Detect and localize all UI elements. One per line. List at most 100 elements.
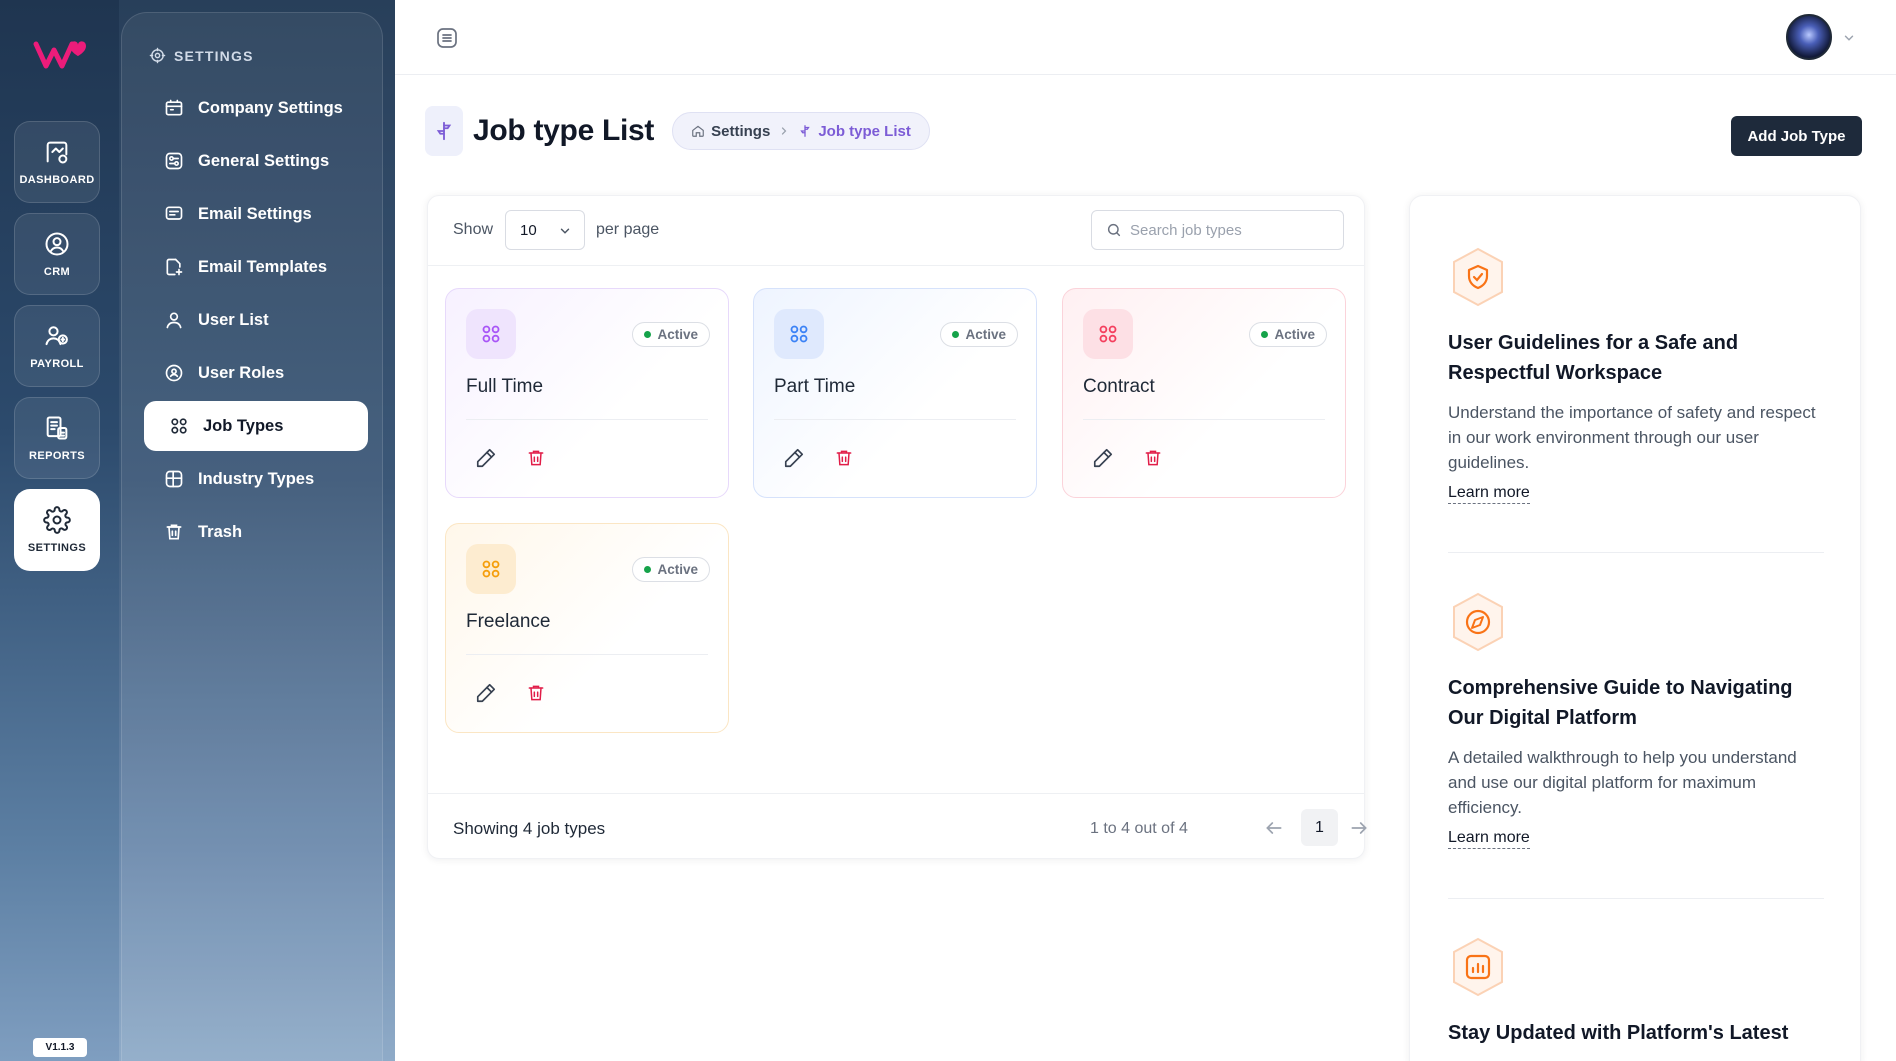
settings-panel-title: SETTINGS [149, 47, 254, 64]
menu-item-email-templates[interactable]: Email Templates [144, 242, 368, 292]
status-text: Active [1274, 327, 1315, 342]
job-type-card-part-time: Active Part Time [753, 288, 1037, 498]
rail-settings[interactable]: SETTINGS [14, 489, 100, 571]
breadcrumb-current: Job type List [798, 123, 911, 140]
rail-dashboard[interactable]: DASHBOARD [14, 121, 100, 203]
rail-crm[interactable]: CRM [14, 213, 100, 295]
job-type-card-contract: Active Contract [1062, 288, 1346, 498]
edit-icon[interactable] [474, 681, 498, 705]
guide-description: A detailed walkthrough to help you under… [1448, 748, 1797, 817]
per-page-select[interactable]: 10 [505, 210, 585, 250]
user-icon [164, 310, 184, 330]
rail-crm-label: CRM [43, 266, 71, 278]
delete-icon[interactable] [832, 446, 856, 470]
crm-icon [43, 230, 71, 258]
delete-icon[interactable] [524, 446, 548, 470]
trash-icon [164, 522, 184, 542]
menu-item-email-settings[interactable]: Email Settings [144, 189, 368, 239]
page-title: Job type List [473, 114, 655, 147]
job-type-card-full-time: Active Full Time [445, 288, 729, 498]
list-footer: Showing 4 job types 1 to 4 out of 4 1 [428, 793, 1367, 860]
industry-icon [164, 469, 184, 489]
card-actions [474, 681, 548, 705]
show-label: Show [453, 221, 494, 238]
menu-item-label: Job Types [203, 416, 284, 435]
template-icon [164, 257, 184, 277]
rail-reports[interactable]: REPORTS [14, 397, 100, 479]
status-badge: Active [1249, 322, 1327, 347]
guides-panel: User Guidelines for a Safe and Respectfu… [1409, 195, 1861, 1061]
status-badge: Active [632, 557, 710, 582]
search-box[interactable] [1091, 210, 1344, 250]
status-dot [644, 331, 652, 338]
status-dot [1261, 331, 1269, 338]
grid-icon [466, 309, 516, 359]
job-type-name: Part Time [774, 376, 856, 397]
edit-icon[interactable] [474, 446, 498, 470]
menu-item-label: Email Settings [198, 204, 312, 223]
gear-icon [43, 506, 71, 534]
menu-item-label: General Settings [198, 151, 330, 170]
building-icon [164, 98, 184, 118]
menu-item-user-roles[interactable]: User Roles [144, 348, 368, 398]
grid-icon [774, 309, 824, 359]
job-type-icon [798, 124, 812, 138]
rail-reports-label: REPORTS [29, 450, 85, 462]
menu-item-label: User List [198, 310, 269, 329]
menu-item-label: Industry Types [198, 469, 315, 488]
chevron-down-icon[interactable] [1842, 31, 1856, 45]
menu-item-company-settings[interactable]: Company Settings [144, 83, 368, 133]
status-text: Active [965, 327, 1006, 342]
menu-item-general-settings[interactable]: General Settings [144, 136, 368, 186]
card-divider [774, 419, 1016, 420]
job-type-list-card: Show 10 per page Active Full Time [427, 195, 1367, 860]
delete-icon[interactable] [524, 681, 548, 705]
guide-title: Stay Updated with Platform's Latest [1448, 1022, 1789, 1044]
menu-item-job-types[interactable]: Job Types [144, 401, 368, 451]
arrow-left-icon[interactable] [1264, 818, 1284, 838]
breadcrumb-settings[interactable]: Settings [691, 123, 770, 140]
menu-item-user-list[interactable]: User List [144, 295, 368, 345]
settings-menu: Company Settings General Settings Email … [144, 83, 368, 560]
rail-dashboard-label: DASHBOARD [19, 174, 95, 186]
delete-icon[interactable] [1141, 446, 1165, 470]
status-badge: Active [940, 322, 1018, 347]
edit-icon[interactable] [1091, 446, 1115, 470]
page-button-current[interactable]: 1 [1301, 809, 1338, 846]
per-page-value: 10 [520, 221, 537, 239]
status-dot [952, 331, 960, 338]
edit-icon[interactable] [782, 446, 806, 470]
menu-toggle-icon[interactable] [435, 26, 459, 50]
menu-item-trash[interactable]: Trash [144, 507, 368, 557]
learn-more-link[interactable]: Learn more [1448, 829, 1530, 849]
app-logo[interactable] [30, 32, 90, 76]
status-dot [644, 566, 652, 573]
card-actions [474, 446, 548, 470]
card-divider [1083, 419, 1325, 420]
payroll-icon [43, 322, 71, 350]
menu-item-industry-types[interactable]: Industry Types [144, 454, 368, 504]
add-job-type-button[interactable]: Add Job Type [1731, 116, 1862, 156]
card-actions [1091, 446, 1165, 470]
home-icon [691, 124, 705, 138]
job-type-icon [425, 106, 463, 156]
search-input[interactable] [1130, 221, 1330, 239]
shield-check-icon [1448, 246, 1508, 308]
guide-title: Comprehensive Guide to Navigating Our Di… [1448, 677, 1793, 729]
page-header: Job type List Settings Job type List [425, 106, 930, 156]
user-avatar[interactable] [1786, 14, 1832, 60]
learn-more-link[interactable]: Learn more [1448, 484, 1530, 504]
menu-item-label: Company Settings [198, 98, 343, 117]
reports-icon [43, 414, 71, 442]
top-bar [395, 0, 1896, 75]
email-icon [164, 204, 184, 224]
showing-count: Showing 4 job types [453, 819, 606, 838]
guide-item: Stay Updated with Platform's Latest [1448, 936, 1828, 1048]
menu-item-label: Email Templates [198, 257, 327, 276]
main-content: Job type List Settings Job type List Add… [395, 0, 1896, 1061]
status-badge: Active [632, 322, 710, 347]
rail-payroll[interactable]: PAYROLL [14, 305, 100, 387]
job-type-name: Freelance [466, 611, 551, 632]
gear-icon [149, 47, 166, 64]
arrow-right-icon[interactable] [1349, 818, 1369, 838]
